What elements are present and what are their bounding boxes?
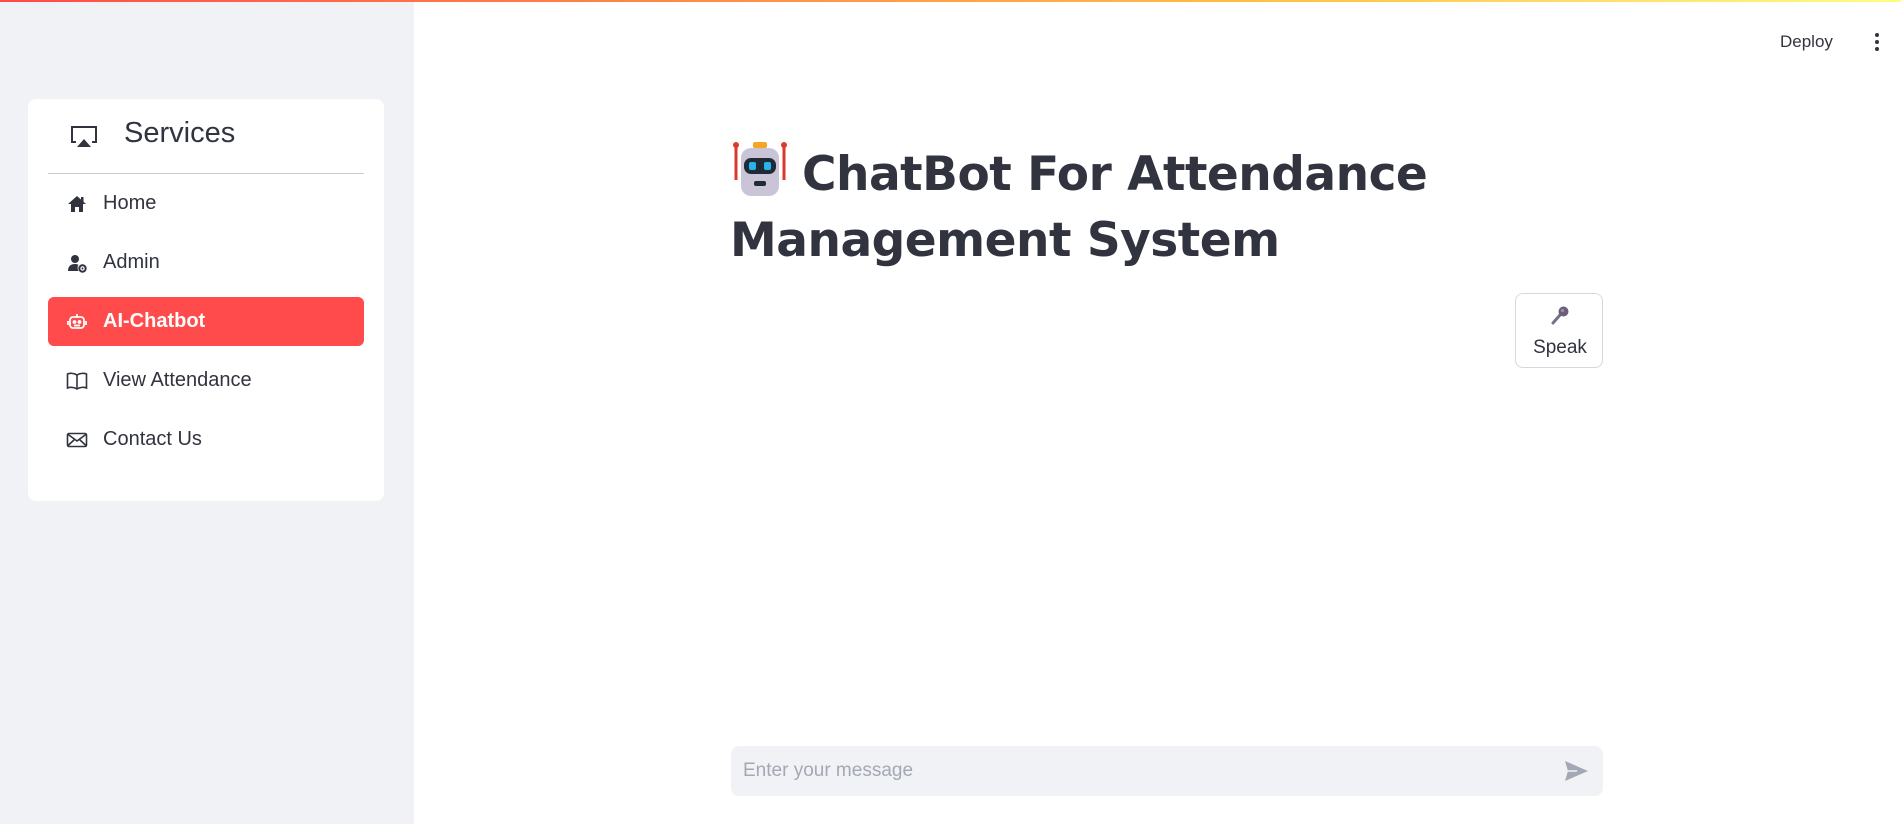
chat-input-container (731, 746, 1603, 796)
page-title: ChatBot For Attendance Management System (730, 140, 1450, 274)
sidebar-item-home[interactable]: Home (48, 179, 364, 228)
sidebar-item-label: AI-Chatbot (103, 310, 206, 332)
top-decoration-bar (0, 0, 1901, 2)
sidebar-item-ai-chatbot[interactable]: AI-Chatbot (48, 297, 364, 346)
sidebar: Services Home Admin AI-Chatbot View Atte… (0, 0, 414, 824)
house-icon (66, 193, 88, 215)
menu-items: Home Admin AI-Chatbot View Attendance Co… (48, 179, 364, 474)
robot-emoji-icon (730, 140, 790, 198)
menu-header: Services (48, 99, 364, 174)
services-menu: Services Home Admin AI-Chatbot View Atte… (28, 99, 384, 501)
sidebar-item-admin[interactable]: Admin (48, 238, 364, 287)
main-content: Deploy ChatBot For Attendance Management… (414, 0, 1901, 824)
book-icon (66, 370, 88, 392)
kebab-menu-icon[interactable] (1869, 33, 1885, 53)
microphone-icon (1549, 304, 1571, 326)
deploy-button[interactable]: Deploy (1780, 32, 1833, 52)
chat-message-input[interactable] (731, 746, 1541, 796)
sidebar-item-contact-us[interactable]: Contact Us (48, 415, 364, 464)
sidebar-item-label: View Attendance (103, 369, 252, 391)
robot-icon (66, 311, 88, 333)
speak-button-label: Speak (1533, 337, 1587, 358)
sidebar-item-label: Home (103, 192, 157, 214)
speak-button[interactable]: Speak (1515, 293, 1603, 368)
sidebar-item-view-attendance[interactable]: View Attendance (48, 356, 364, 405)
menu-title: Services (124, 117, 236, 149)
airplay-icon (69, 121, 99, 151)
send-icon[interactable] (1563, 759, 1589, 783)
app-window: Services Home Admin AI-Chatbot View Atte… (0, 0, 1901, 824)
person-gear-icon (66, 252, 88, 274)
page-title-text: ChatBot For Attendance Management System (730, 147, 1428, 268)
sidebar-item-label: Contact Us (103, 428, 202, 450)
envelope-icon (66, 429, 88, 451)
sidebar-item-label: Admin (103, 251, 160, 273)
